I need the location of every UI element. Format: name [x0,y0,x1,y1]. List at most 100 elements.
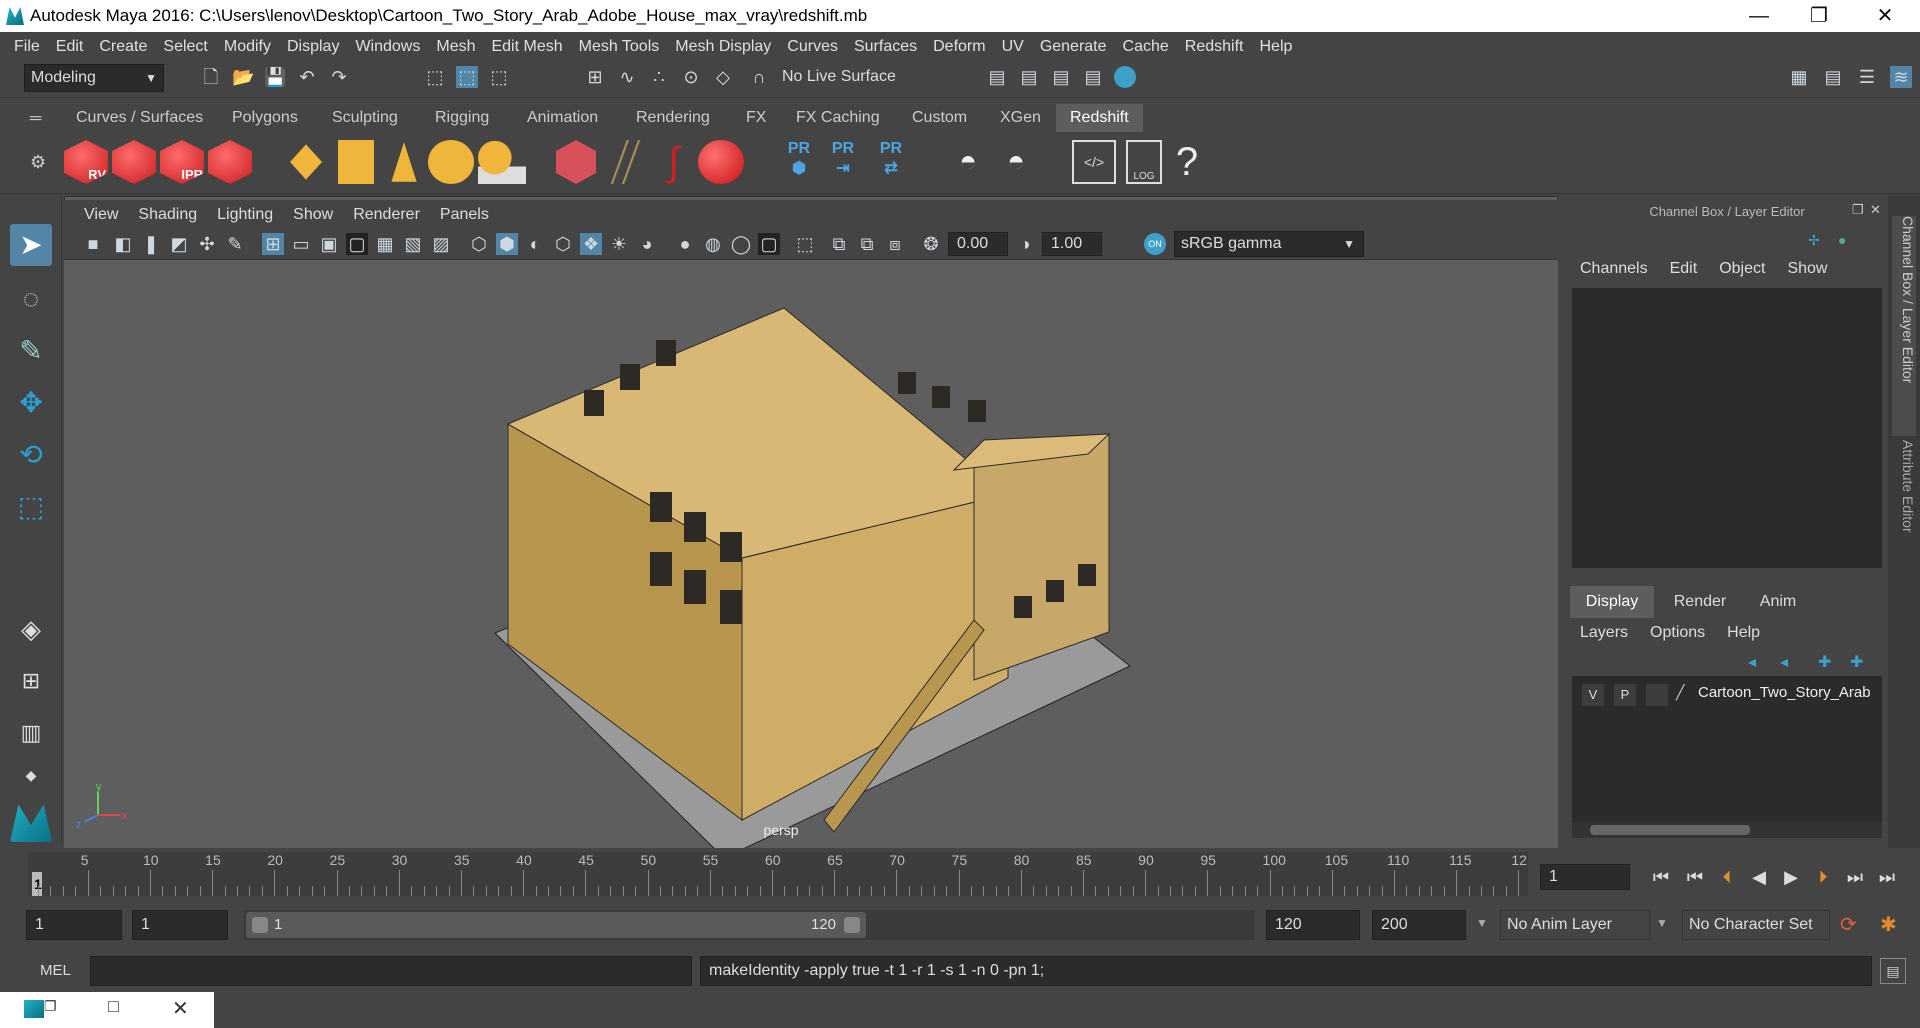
shelf-tab-polygons[interactable]: Polygons [232,104,298,132]
chevron-down-icon[interactable]: ▼ [1656,916,1668,930]
viewport-menu-view[interactable]: View [84,206,118,224]
side-tab-attribute-editor[interactable]: Attribute Editor [1892,440,1916,560]
exposure-icon[interactable]: ❂ [920,233,942,255]
minimize-button[interactable]: — [1730,0,1788,32]
select-tool-icon[interactable]: ➤ [10,224,52,266]
wireframe-on-shaded-icon[interactable]: ◐ [524,233,546,255]
isolate-select-icon[interactable]: ⬚ [794,233,816,255]
menu-help[interactable]: Help [1259,38,1292,56]
snap-grid-icon[interactable]: ⊞ [584,66,606,88]
hypershade-icon[interactable] [1114,66,1136,88]
tab-anim[interactable]: Anim [1742,586,1814,618]
layer-playback-toggle[interactable]: P [1614,684,1636,706]
render-view-icon[interactable]: ▤ [986,66,1008,88]
shelf-tab-rigging[interactable]: Rigging [435,104,489,132]
viewport-menu-show[interactable]: Show [293,206,333,224]
safe-action-icon[interactable]: ▧ [402,233,424,255]
command-input[interactable] [90,956,692,986]
menu-create[interactable]: Create [99,38,147,56]
menu-windows[interactable]: Windows [355,38,420,56]
motion-blur-icon[interactable]: ◍ [702,233,724,255]
ambient-occlusion-icon[interactable]: ● [674,233,696,255]
play-forward-icon[interactable]: ▶ [1780,866,1802,888]
gate-mask-icon[interactable]: ▢ [346,233,368,255]
new-layer-selected-icon[interactable]: ✚ [1850,652,1863,672]
redshift-bake-icon[interactable]: ◓ [946,140,990,184]
layout-toggle-icon[interactable]: ◆ [10,760,52,802]
menu-generate[interactable]: Generate [1040,38,1107,56]
redshift-bake-set-icon[interactable]: ◓ [994,140,1038,184]
maximize-button[interactable]: ❐ [1790,0,1848,32]
menu-file[interactable]: File [14,38,40,56]
menu-deform[interactable]: Deform [933,38,985,56]
grid-icon[interactable]: ⊞ [262,233,284,255]
tab-render[interactable]: Render [1658,586,1742,618]
lights-icon[interactable]: ☀ [608,233,630,255]
range-track[interactable]: 1 120 [244,910,1254,940]
viewport-menu-lighting[interactable]: Lighting [217,206,273,224]
redshift-dome-light-icon[interactable] [428,140,474,184]
modeling-toolkit-icon[interactable]: ▦ [1788,66,1810,88]
snap-point-icon[interactable]: ∴ [648,66,670,88]
gamma-field[interactable]: 1.00 [1042,232,1102,256]
go-to-end-icon[interactable]: ⏭ [1876,866,1898,888]
exposure-field[interactable]: 0.00 [948,232,1008,256]
range-start-handle[interactable] [252,917,268,933]
shelf-tab-fx[interactable]: FX [746,104,766,132]
menu-curves[interactable]: Curves [787,38,838,56]
close-icon[interactable]: ✕ [172,996,189,1021]
script-editor-icon[interactable]: ▤ [1880,958,1906,984]
channel-box-toggle-icon[interactable]: ≋ [1890,66,1912,88]
grease-pencil-icon[interactable]: ✎ [224,233,246,255]
magnet-icon[interactable]: ∩ [748,66,770,88]
viewport-menu-shading[interactable]: Shading [138,206,197,224]
auto-key-icon[interactable]: ⟳ [1840,912,1857,937]
anim-layer-dropdown[interactable]: No Anim Layer [1500,910,1650,940]
undo-icon[interactable]: ↶ [296,66,318,88]
command-language-label[interactable]: MEL [40,962,71,979]
layer-scrollbar-thumb[interactable] [1590,825,1750,835]
redshift-material-icon[interactable] [698,140,744,184]
shelf-tab-redshift[interactable]: Redshift [1056,104,1143,132]
color-management-icon[interactable]: ON [1144,233,1166,255]
select-component-icon[interactable]: ⬚ [488,66,510,88]
layer-menu-layers[interactable]: Layers [1580,624,1628,642]
shelf-tab-custom[interactable]: Custom [912,104,967,132]
minimized-window[interactable]: ❐ □ ✕ [0,992,214,1028]
snap-surface-icon[interactable]: ◇ [712,66,734,88]
layer-scrollbar[interactable] [1572,822,1882,838]
side-tab-channel-box[interactable]: Channel Box / Layer Editor [1892,216,1916,436]
shelf-tab-animation[interactable]: Animation [527,104,598,132]
playback-end-field[interactable]: 120 [1266,910,1360,940]
redshift-hair-icon[interactable] [604,140,644,184]
redshift-pr-swap-icon[interactable]: PR ⇄ [874,140,908,184]
character-set-dropdown[interactable]: No Character Set [1682,910,1830,940]
channel-box-menu-object[interactable]: Object [1719,260,1765,278]
depth-of-field-icon[interactable]: ▢ [758,233,780,255]
shelf-tab-fx-caching[interactable]: FX Caching [796,104,880,132]
shelf-tab-sculpting[interactable]: Sculpting [332,104,398,132]
open-scene-icon[interactable]: 📂 [232,66,254,88]
redshift-log-icon[interactable]: LOG [1126,140,1162,184]
menu-mesh-display[interactable]: Mesh Display [675,38,771,56]
menu-surfaces[interactable]: Surfaces [854,38,917,56]
select-object-icon[interactable]: ⬚ [456,66,478,88]
xray-active-icon[interactable]: ⧉ [856,233,878,255]
redshift-help-icon[interactable]: ? [1172,140,1202,184]
camera-attributes-icon[interactable]: ◧ [112,233,134,255]
antialiasing-icon[interactable]: ◯ [730,233,752,255]
play-backward-icon[interactable]: ◀ [1748,866,1770,888]
channel-box-menu-edit[interactable]: Edit [1670,260,1698,278]
animation-preferences-icon[interactable]: ✱ [1880,912,1897,937]
step-back-frame-icon[interactable]: ⏴ [1716,866,1738,888]
restore-icon[interactable]: ❐ [44,998,57,1015]
menu-uv[interactable]: UV [1002,38,1024,56]
redo-icon[interactable]: ↷ [328,66,350,88]
move-layer-up-icon[interactable]: ◂ [1748,652,1756,672]
layer-menu-help[interactable]: Help [1727,624,1760,642]
redshift-curve-icon[interactable]: ∫ [654,140,694,184]
menu-redshift[interactable]: Redshift [1185,38,1244,56]
redshift-pr-export-icon[interactable]: PR ⇥ [828,140,858,184]
new-layer-icon[interactable]: ✚ [1818,652,1831,672]
shelf-tab-rendering[interactable]: Rendering [636,104,710,132]
